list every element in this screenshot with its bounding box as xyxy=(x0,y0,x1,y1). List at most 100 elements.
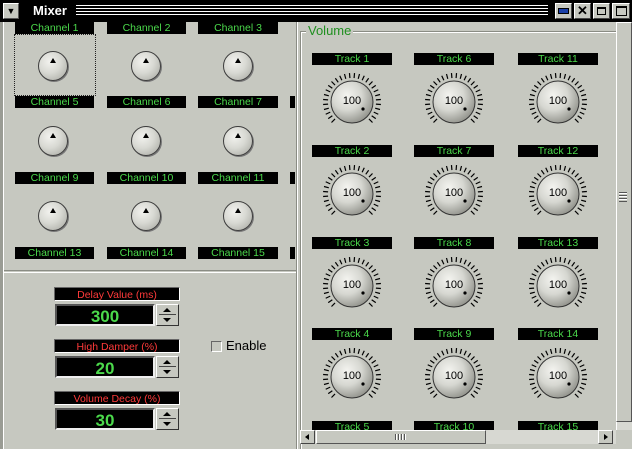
dial-tick xyxy=(327,390,333,395)
channel-knob[interactable] xyxy=(131,201,161,231)
spin-up-icon[interactable] xyxy=(159,306,176,315)
dial-tick xyxy=(470,210,475,215)
vertical-scroll-thumb[interactable] xyxy=(616,22,632,422)
dial-tick xyxy=(331,393,336,398)
dial-tick xyxy=(545,75,549,81)
channel-knob[interactable] xyxy=(131,126,161,156)
track-label: Track 8 xyxy=(414,237,494,249)
channel-knob[interactable] xyxy=(38,126,68,156)
dial-tick xyxy=(375,107,381,111)
grip-icon xyxy=(619,192,627,202)
dial-tick xyxy=(529,107,535,111)
dial-tick xyxy=(473,115,479,120)
dial-tick xyxy=(365,77,370,83)
track-label: Track 14 xyxy=(518,328,598,340)
dial-tick xyxy=(441,167,445,173)
dial-tick xyxy=(531,203,537,207)
volume-knob[interactable]: 100 xyxy=(525,161,591,227)
volume-knob[interactable]: 100 xyxy=(421,253,487,319)
volume-decay-display[interactable]: 30 xyxy=(55,408,155,430)
dial-tick xyxy=(579,181,585,185)
channel-knob[interactable] xyxy=(223,201,253,231)
channel-knob[interactable] xyxy=(38,201,68,231)
window-menu-button[interactable]: ▼ xyxy=(3,3,19,19)
dial-tick xyxy=(427,386,433,390)
channel-knob[interactable] xyxy=(223,126,253,156)
dial-tick xyxy=(475,89,481,93)
scroll-right-button[interactable] xyxy=(598,430,613,444)
channel-label: Channel 2 xyxy=(107,22,186,34)
dial-tick xyxy=(343,165,347,171)
volume-knob[interactable]: 100 xyxy=(421,344,487,410)
spin-down-icon[interactable] xyxy=(159,420,176,429)
dial-tick xyxy=(368,210,373,215)
volume-knob[interactable]: 100 xyxy=(319,161,385,227)
dial-tick xyxy=(334,352,339,358)
volume-knob[interactable]: 100 xyxy=(525,69,591,135)
volume-value: 100 xyxy=(342,95,362,107)
delay-value-spinner[interactable] xyxy=(156,304,179,326)
volume-knob[interactable]: 100 xyxy=(421,161,487,227)
spin-up-icon[interactable] xyxy=(159,358,176,367)
delay-value-display[interactable]: 300 xyxy=(55,304,155,326)
dial-tick xyxy=(365,169,370,175)
dial-tick xyxy=(537,173,542,178)
dial-tick xyxy=(371,359,377,364)
dial-tick xyxy=(529,277,535,281)
dial-tick xyxy=(371,176,377,181)
spin-down-icon[interactable] xyxy=(159,316,176,325)
channel-knob[interactable] xyxy=(38,51,68,81)
volume-knob[interactable]: 100 xyxy=(525,344,591,410)
panel-splitter[interactable] xyxy=(296,22,298,449)
dial-tick xyxy=(429,207,435,212)
dial-tick xyxy=(436,261,441,267)
scroll-left-button[interactable] xyxy=(300,430,315,444)
dial-tick xyxy=(375,185,381,189)
volume-knob[interactable]: 100 xyxy=(319,69,385,135)
dial-tick xyxy=(529,291,535,295)
track-label: Track 9 xyxy=(414,328,494,340)
spin-down-icon[interactable] xyxy=(159,368,176,377)
restore-icon xyxy=(597,7,606,15)
volume-knob[interactable]: 100 xyxy=(421,69,487,135)
dial-tick xyxy=(441,350,445,356)
grip-icon xyxy=(395,434,407,440)
volume-decay-spinner[interactable] xyxy=(156,408,179,430)
dial-tick xyxy=(529,382,535,386)
channel-label-stub xyxy=(290,172,295,184)
dial-tick xyxy=(323,277,329,281)
dial-tick xyxy=(375,93,381,97)
section-divider xyxy=(4,270,296,273)
high-damper-spinner[interactable] xyxy=(156,356,179,378)
spin-up-icon[interactable] xyxy=(159,410,176,419)
close-button[interactable]: ✕ xyxy=(574,3,591,19)
channel-label: Channel 1 xyxy=(15,22,94,34)
high-damper-display[interactable]: 20 xyxy=(55,356,155,378)
volume-knob[interactable]: 100 xyxy=(319,253,385,319)
volume-knob[interactable]: 100 xyxy=(319,344,385,410)
volume-knob[interactable]: 100 xyxy=(525,253,591,319)
dial-tick xyxy=(533,359,539,364)
dial-tick xyxy=(325,203,331,207)
dial-tick xyxy=(579,295,585,299)
dial-tick xyxy=(357,73,361,79)
dial-tick xyxy=(368,356,373,361)
channel-knob[interactable] xyxy=(131,51,161,81)
channel-knob[interactable] xyxy=(223,51,253,81)
channel-label: Channel 9 xyxy=(15,172,94,184)
minimize-button[interactable] xyxy=(555,3,572,19)
dial-tick xyxy=(563,73,567,79)
dial-tick xyxy=(427,89,433,93)
dial-tick xyxy=(477,107,483,111)
dial-tick xyxy=(574,302,579,307)
dial-tick xyxy=(577,84,583,89)
dial-tick xyxy=(531,295,537,299)
dial-tick xyxy=(475,203,481,207)
enable-checkbox[interactable] xyxy=(211,341,222,352)
restore-button[interactable] xyxy=(593,3,610,19)
dial-tick xyxy=(531,273,537,277)
maximize-button[interactable] xyxy=(612,3,630,19)
dial-tick xyxy=(357,348,361,354)
enable-label[interactable]: Enable xyxy=(226,339,266,353)
channel-label: Channel 6 xyxy=(107,96,186,108)
